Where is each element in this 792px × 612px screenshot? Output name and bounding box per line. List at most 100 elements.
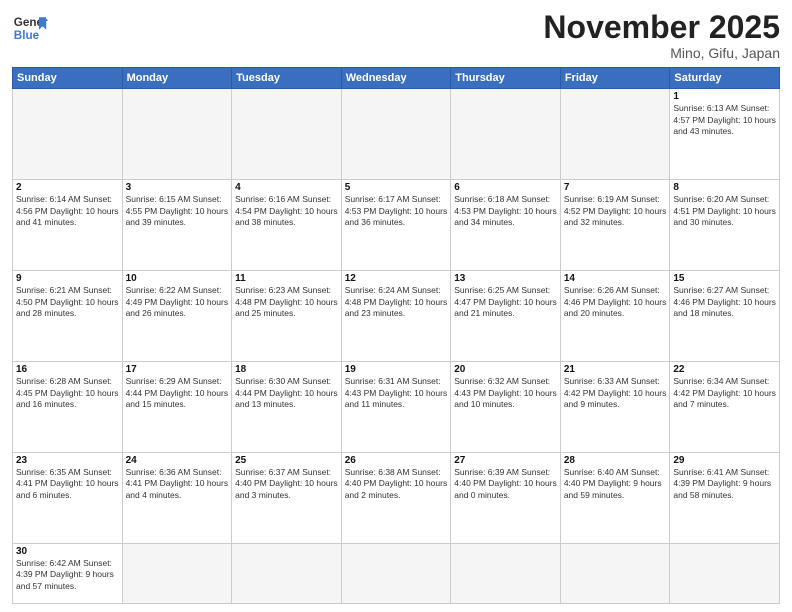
week-row-6: 30Sunrise: 6:42 AM Sunset: 4:39 PM Dayli… <box>13 544 780 604</box>
day-info: Sunrise: 6:13 AM Sunset: 4:57 PM Dayligh… <box>673 103 776 137</box>
day-info: Sunrise: 6:23 AM Sunset: 4:48 PM Dayligh… <box>235 285 338 319</box>
weekday-header-tuesday: Tuesday <box>232 68 342 89</box>
day-cell: 27Sunrise: 6:39 AM Sunset: 4:40 PM Dayli… <box>451 453 561 544</box>
weekday-header-monday: Monday <box>122 68 232 89</box>
weekday-header-row: SundayMondayTuesdayWednesdayThursdayFrid… <box>13 68 780 89</box>
day-info: Sunrise: 6:22 AM Sunset: 4:49 PM Dayligh… <box>126 285 229 319</box>
day-cell <box>232 89 342 180</box>
week-row-5: 23Sunrise: 6:35 AM Sunset: 4:41 PM Dayli… <box>13 453 780 544</box>
calendar-title: November 2025 <box>543 10 780 45</box>
day-info: Sunrise: 6:27 AM Sunset: 4:46 PM Dayligh… <box>673 285 776 319</box>
day-number: 26 <box>345 455 448 466</box>
header: General Blue November 2025 Mino, Gifu, J… <box>12 10 780 61</box>
day-info: Sunrise: 6:31 AM Sunset: 4:43 PM Dayligh… <box>345 376 448 410</box>
day-cell: 29Sunrise: 6:41 AM Sunset: 4:39 PM Dayli… <box>670 453 780 544</box>
week-row-3: 9Sunrise: 6:21 AM Sunset: 4:50 PM Daylig… <box>13 271 780 362</box>
day-cell: 26Sunrise: 6:38 AM Sunset: 4:40 PM Dayli… <box>341 453 451 544</box>
day-cell <box>560 89 670 180</box>
day-info: Sunrise: 6:34 AM Sunset: 4:42 PM Dayligh… <box>673 376 776 410</box>
day-cell <box>341 89 451 180</box>
day-number: 15 <box>673 273 776 284</box>
day-number: 1 <box>673 91 776 102</box>
day-info: Sunrise: 6:26 AM Sunset: 4:46 PM Dayligh… <box>564 285 667 319</box>
day-number: 17 <box>126 364 229 375</box>
week-row-2: 2Sunrise: 6:14 AM Sunset: 4:56 PM Daylig… <box>13 180 780 271</box>
day-info: Sunrise: 6:16 AM Sunset: 4:54 PM Dayligh… <box>235 194 338 228</box>
day-info: Sunrise: 6:15 AM Sunset: 4:55 PM Dayligh… <box>126 194 229 228</box>
day-cell <box>670 544 780 604</box>
day-info: Sunrise: 6:21 AM Sunset: 4:50 PM Dayligh… <box>16 285 119 319</box>
day-number: 16 <box>16 364 119 375</box>
day-cell: 3Sunrise: 6:15 AM Sunset: 4:55 PM Daylig… <box>122 180 232 271</box>
day-cell: 12Sunrise: 6:24 AM Sunset: 4:48 PM Dayli… <box>341 271 451 362</box>
day-cell: 10Sunrise: 6:22 AM Sunset: 4:49 PM Dayli… <box>122 271 232 362</box>
day-cell <box>560 544 670 604</box>
day-cell: 9Sunrise: 6:21 AM Sunset: 4:50 PM Daylig… <box>13 271 123 362</box>
weekday-header-wednesday: Wednesday <box>341 68 451 89</box>
day-cell <box>232 544 342 604</box>
day-cell: 17Sunrise: 6:29 AM Sunset: 4:44 PM Dayli… <box>122 362 232 453</box>
day-info: Sunrise: 6:39 AM Sunset: 4:40 PM Dayligh… <box>454 467 557 501</box>
day-cell: 23Sunrise: 6:35 AM Sunset: 4:41 PM Dayli… <box>13 453 123 544</box>
day-number: 12 <box>345 273 448 284</box>
day-cell: 16Sunrise: 6:28 AM Sunset: 4:45 PM Dayli… <box>13 362 123 453</box>
day-number: 19 <box>345 364 448 375</box>
day-number: 7 <box>564 182 667 193</box>
day-number: 9 <box>16 273 119 284</box>
day-number: 4 <box>235 182 338 193</box>
day-cell: 15Sunrise: 6:27 AM Sunset: 4:46 PM Dayli… <box>670 271 780 362</box>
day-number: 24 <box>126 455 229 466</box>
day-cell: 14Sunrise: 6:26 AM Sunset: 4:46 PM Dayli… <box>560 271 670 362</box>
day-cell: 4Sunrise: 6:16 AM Sunset: 4:54 PM Daylig… <box>232 180 342 271</box>
calendar-table: SundayMondayTuesdayWednesdayThursdayFrid… <box>12 67 780 604</box>
day-cell: 25Sunrise: 6:37 AM Sunset: 4:40 PM Dayli… <box>232 453 342 544</box>
day-info: Sunrise: 6:25 AM Sunset: 4:47 PM Dayligh… <box>454 285 557 319</box>
day-number: 18 <box>235 364 338 375</box>
day-cell: 19Sunrise: 6:31 AM Sunset: 4:43 PM Dayli… <box>341 362 451 453</box>
day-info: Sunrise: 6:37 AM Sunset: 4:40 PM Dayligh… <box>235 467 338 501</box>
day-info: Sunrise: 6:19 AM Sunset: 4:52 PM Dayligh… <box>564 194 667 228</box>
day-info: Sunrise: 6:28 AM Sunset: 4:45 PM Dayligh… <box>16 376 119 410</box>
day-number: 25 <box>235 455 338 466</box>
day-cell <box>451 89 561 180</box>
day-number: 27 <box>454 455 557 466</box>
day-number: 5 <box>345 182 448 193</box>
day-cell: 22Sunrise: 6:34 AM Sunset: 4:42 PM Dayli… <box>670 362 780 453</box>
day-cell <box>341 544 451 604</box>
day-cell <box>122 544 232 604</box>
day-info: Sunrise: 6:42 AM Sunset: 4:39 PM Dayligh… <box>16 558 119 592</box>
day-info: Sunrise: 6:20 AM Sunset: 4:51 PM Dayligh… <box>673 194 776 228</box>
day-number: 14 <box>564 273 667 284</box>
day-cell: 5Sunrise: 6:17 AM Sunset: 4:53 PM Daylig… <box>341 180 451 271</box>
day-cell <box>122 89 232 180</box>
day-number: 6 <box>454 182 557 193</box>
day-info: Sunrise: 6:35 AM Sunset: 4:41 PM Dayligh… <box>16 467 119 501</box>
day-number: 3 <box>126 182 229 193</box>
title-block: November 2025 Mino, Gifu, Japan <box>543 10 780 61</box>
day-number: 22 <box>673 364 776 375</box>
day-number: 29 <box>673 455 776 466</box>
day-cell: 24Sunrise: 6:36 AM Sunset: 4:41 PM Dayli… <box>122 453 232 544</box>
day-number: 23 <box>16 455 119 466</box>
day-number: 28 <box>564 455 667 466</box>
day-number: 20 <box>454 364 557 375</box>
week-row-4: 16Sunrise: 6:28 AM Sunset: 4:45 PM Dayli… <box>13 362 780 453</box>
day-info: Sunrise: 6:24 AM Sunset: 4:48 PM Dayligh… <box>345 285 448 319</box>
day-number: 10 <box>126 273 229 284</box>
day-info: Sunrise: 6:36 AM Sunset: 4:41 PM Dayligh… <box>126 467 229 501</box>
day-cell: 21Sunrise: 6:33 AM Sunset: 4:42 PM Dayli… <box>560 362 670 453</box>
day-info: Sunrise: 6:41 AM Sunset: 4:39 PM Dayligh… <box>673 467 776 501</box>
day-info: Sunrise: 6:40 AM Sunset: 4:40 PM Dayligh… <box>564 467 667 501</box>
day-number: 13 <box>454 273 557 284</box>
day-cell: 1Sunrise: 6:13 AM Sunset: 4:57 PM Daylig… <box>670 89 780 180</box>
calendar-subtitle: Mino, Gifu, Japan <box>543 45 780 61</box>
calendar-page: General Blue November 2025 Mino, Gifu, J… <box>0 0 792 612</box>
weekday-header-sunday: Sunday <box>13 68 123 89</box>
day-cell <box>451 544 561 604</box>
day-info: Sunrise: 6:29 AM Sunset: 4:44 PM Dayligh… <box>126 376 229 410</box>
day-number: 2 <box>16 182 119 193</box>
weekday-header-friday: Friday <box>560 68 670 89</box>
day-cell <box>13 89 123 180</box>
day-cell: 11Sunrise: 6:23 AM Sunset: 4:48 PM Dayli… <box>232 271 342 362</box>
day-info: Sunrise: 6:14 AM Sunset: 4:56 PM Dayligh… <box>16 194 119 228</box>
